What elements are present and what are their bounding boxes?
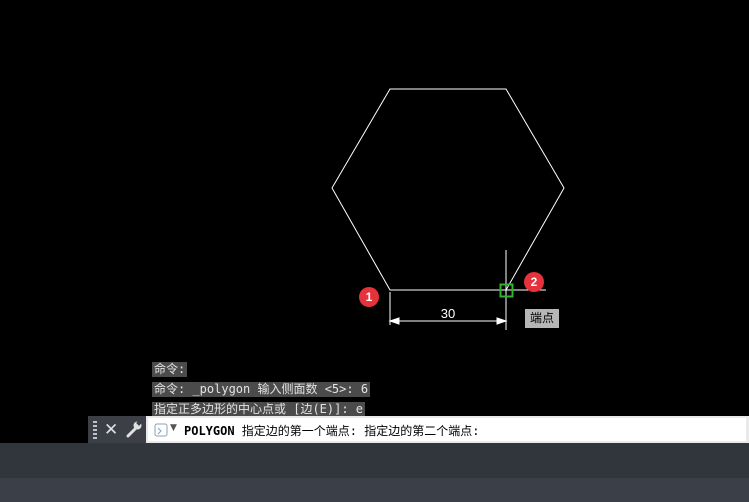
drawing-canvas[interactable]: 30 [0,0,749,416]
command-prompt-text: POLYGON 指定边的第一个端点: 指定边的第二个端点: [184,424,480,438]
command-prompt-icon[interactable] [154,422,168,441]
layout-tabs-bar [0,478,749,502]
wrench-icon[interactable] [124,419,144,443]
command-history-line: 指定正多边形的中心点或 [边(E)]: e [152,402,366,417]
snap-tooltip: 端点 [525,309,560,328]
hexagon [331,88,565,291]
drag-grip-handle[interactable] [88,416,102,443]
point-marker-1: 1 [359,287,379,307]
command-history-line: 命令: _polygon 输入侧面数 <5>: 6 [152,382,371,397]
close-icon[interactable]: ✕ [104,420,118,440]
status-bar [0,443,749,478]
command-history-line: 命令: [152,362,188,377]
dimension-text: 30 [441,306,455,321]
command-line-tools: ✕ [102,416,146,443]
command-line-bar: ✕ ▼ POLYGON 指定边的第一个端点: 指定边的第二个端点: [88,416,749,443]
chevron-down-icon[interactable]: ▼ [170,423,177,433]
point-marker-2: 2 [524,272,544,292]
command-input[interactable]: ▼ POLYGON 指定边的第一个端点: 指定边的第二个端点: [148,418,746,441]
